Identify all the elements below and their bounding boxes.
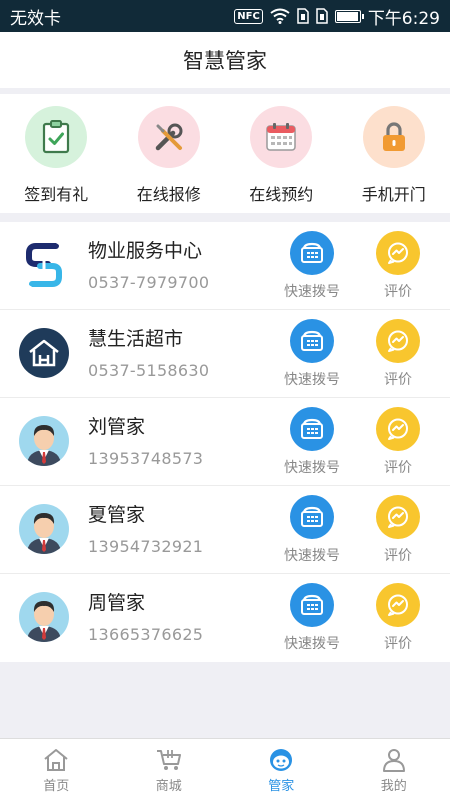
lock-icon xyxy=(362,106,425,168)
quick-dial-button[interactable]: 快速拨号 xyxy=(272,231,352,301)
man-avatar xyxy=(19,504,69,554)
contact-phone: 13953748573 xyxy=(88,449,204,468)
phone-icon xyxy=(290,407,334,451)
sim1-icon xyxy=(297,8,309,24)
contact-info: 慧生活超市 0537-5158630 xyxy=(88,324,209,380)
contact-phone: 0537-5158630 xyxy=(88,361,210,380)
nfc-icon: NFC xyxy=(234,8,263,24)
quick-action-repair[interactable]: 在线报修 xyxy=(113,94,226,213)
tab-home[interactable]: 首页 xyxy=(0,739,113,800)
quick-dial-label: 快速拨号 xyxy=(284,284,340,300)
clipboard-check-icon xyxy=(25,106,88,168)
contact-name: 慧生活超市 xyxy=(88,328,184,350)
quick-action-unlock[interactable]: 手机开门 xyxy=(338,94,450,213)
sim2-icon xyxy=(316,8,328,24)
quick-action-label: 手机开门 xyxy=(361,185,426,204)
tools-icon xyxy=(137,106,200,168)
phone-icon xyxy=(290,583,334,627)
quick-actions: 签到有礼 在线报修 在线预约 手机开门 xyxy=(0,94,450,213)
rate-button[interactable]: 评价 xyxy=(358,319,438,389)
quick-action-checkin[interactable]: 签到有礼 xyxy=(0,94,113,213)
rate-label: 评价 xyxy=(384,372,412,388)
list-item: 周管家 13665376625 快速拨号 评价 xyxy=(0,574,450,662)
quick-action-label: 签到有礼 xyxy=(24,185,89,204)
tab-label: 管家 xyxy=(268,779,295,794)
chat-bubble-icon xyxy=(376,319,420,363)
phone-icon xyxy=(290,319,334,363)
contact-list: 物业服务中心 0537-7979700 快速拨号 评价 慧生活超市 0537-5… xyxy=(0,222,450,662)
page-header: 智慧管家 xyxy=(0,32,450,88)
rate-button[interactable]: 评价 xyxy=(358,583,438,653)
rate-button[interactable]: 评价 xyxy=(358,407,438,477)
quick-dial-button[interactable]: 快速拨号 xyxy=(272,319,352,389)
rate-label: 评价 xyxy=(384,548,412,564)
tab-butler[interactable]: 管家 xyxy=(225,739,338,800)
phone-icon xyxy=(290,495,334,539)
cart-icon xyxy=(156,750,181,770)
rate-label: 评价 xyxy=(384,284,412,300)
contact-info: 周管家 13665376625 xyxy=(88,588,203,644)
tab-label: 商城 xyxy=(155,779,182,794)
tab-mine[interactable]: 我的 xyxy=(338,739,450,800)
rate-button[interactable]: 评价 xyxy=(358,231,438,301)
phone-icon xyxy=(290,231,334,275)
contact-name: 刘管家 xyxy=(88,416,146,438)
quick-action-label: 在线预约 xyxy=(249,185,314,204)
contact-name: 物业服务中心 xyxy=(88,240,203,262)
quick-dial-label: 快速拨号 xyxy=(284,636,340,652)
tab-label: 我的 xyxy=(380,779,407,794)
contact-info: 物业服务中心 0537-7979700 xyxy=(88,236,209,292)
quick-dial-label: 快速拨号 xyxy=(284,372,340,388)
chat-bubble-icon xyxy=(376,495,420,539)
quick-action-booking[interactable]: 在线预约 xyxy=(225,94,338,213)
quick-dial-button[interactable]: 快速拨号 xyxy=(272,495,352,565)
contact-name: 夏管家 xyxy=(88,504,146,526)
man-avatar xyxy=(19,416,69,466)
status-time: 下午6:29 xyxy=(367,8,440,29)
chat-bubble-icon xyxy=(376,231,420,275)
quick-dial-label: 快速拨号 xyxy=(284,460,340,476)
quick-action-label: 在线报修 xyxy=(136,185,201,204)
bottom-tab-bar: 首页 商城 管家 我的 xyxy=(0,738,450,800)
status-bar: 无效卡 NFC 下午6:29 xyxy=(0,0,450,32)
butler-icon xyxy=(270,749,293,771)
list-item: 夏管家 13954732921 快速拨号 评价 xyxy=(0,486,450,574)
page-title: 智慧管家 xyxy=(183,49,267,73)
carrier-label: 无效卡 xyxy=(10,8,61,29)
list-item: 刘管家 13953748573 快速拨号 评价 xyxy=(0,398,450,486)
contact-phone: 0537-7979700 xyxy=(88,273,210,292)
user-icon xyxy=(382,749,405,772)
contact-phone: 13954732921 xyxy=(88,537,204,556)
chat-bubble-icon xyxy=(376,407,420,451)
rate-label: 评价 xyxy=(384,460,412,476)
status-icons: NFC 下午6:29 xyxy=(234,4,440,29)
quick-dial-label: 快速拨号 xyxy=(284,548,340,564)
rate-label: 评价 xyxy=(384,636,412,652)
list-item: 物业服务中心 0537-7979700 快速拨号 评价 xyxy=(0,222,450,310)
contact-phone: 13665376625 xyxy=(88,625,204,644)
property-logo xyxy=(19,240,69,290)
quick-dial-button[interactable]: 快速拨号 xyxy=(272,407,352,477)
man-avatar xyxy=(19,592,69,642)
battery-icon xyxy=(334,9,364,23)
wifi-icon xyxy=(270,8,290,24)
home-icon xyxy=(44,749,68,771)
quick-dial-button[interactable]: 快速拨号 xyxy=(272,583,352,653)
calendar-icon xyxy=(250,106,313,168)
contact-info: 夏管家 13954732921 xyxy=(88,500,203,556)
contact-info: 刘管家 13953748573 xyxy=(88,412,203,468)
chat-bubble-icon xyxy=(376,583,420,627)
contact-name: 周管家 xyxy=(88,592,146,614)
house-logo xyxy=(19,328,69,378)
tab-mall[interactable]: 商城 xyxy=(113,739,226,800)
tab-label: 首页 xyxy=(43,779,70,794)
list-item: 慧生活超市 0537-5158630 快速拨号 评价 xyxy=(0,310,450,398)
rate-button[interactable]: 评价 xyxy=(358,495,438,565)
